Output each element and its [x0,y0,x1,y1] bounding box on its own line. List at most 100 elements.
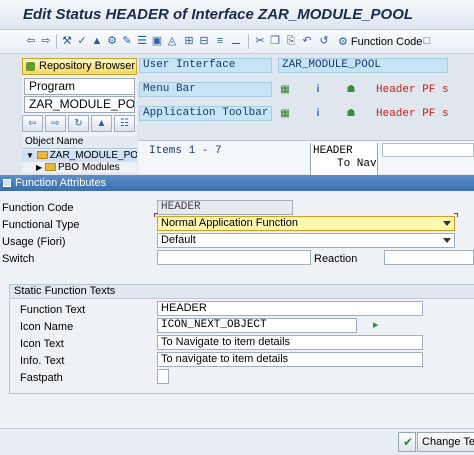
reaction-field[interactable] [384,250,474,265]
test-icon[interactable]: ⚙ [105,34,119,48]
function-code-icon: ⚙ [338,36,348,48]
item-text: To Nav [337,158,377,170]
tree-item[interactable]: ▶ PBO Modules [22,162,137,174]
info-icon[interactable]: i [312,108,324,120]
folder-icon [36,151,48,159]
items-table: Items 1 - 7 HEADER To Nav [138,140,474,175]
info-text-label: Info. Text [20,355,65,367]
object-type-field[interactable]: Program [24,78,135,95]
forward-icon[interactable]: ⇨ [39,34,53,48]
usage-fiori-value: Default [161,234,196,246]
collapse-icon[interactable]: ⊟ [197,34,211,48]
hierarchy-icon[interactable]: ☗ [345,108,357,120]
expand-section-icon[interactable]: ▦ [279,108,291,120]
usage-fiori-label: Usage (Fiori) [2,236,66,248]
display-change-icon[interactable]: ▣ [150,34,164,48]
function-code-field: HEADER [157,200,293,215]
function-text-label: Function Text [20,304,86,316]
item-code: HEADER [313,145,353,157]
dialog-title-bar: Function Attributes [0,175,474,191]
window-title: Edit Status HEADER of Interface ZAR_MODU… [23,6,414,23]
required-marker [154,213,158,217]
refresh-icon[interactable]: ↺ [317,34,331,48]
object-name-column-header: Object Name [22,136,137,149]
switch-field[interactable] [157,250,311,265]
info-icon[interactable]: i [312,84,324,96]
tree-expand-icon[interactable]: ▼ [26,151,34,160]
application-toolbar-value: Header PF s [376,108,449,120]
activate-icon[interactable]: ▲ [90,34,104,48]
edit-icon[interactable]: ☰ [135,34,149,48]
function-attributes-dialog: Function Code HEADER Functional Type Nor… [0,191,474,455]
next-object-icon[interactable]: ▸ [373,318,385,331]
where-used-icon[interactable]: ✎ [120,34,134,48]
tree-item-label: ZAR_MODULE_POOL [49,150,137,161]
next-object-icon[interactable]: ⇨ [45,115,66,132]
navigation-buttons: ⇦ ⇨ ↻ ▲ ☷ [22,115,137,133]
confirm-button[interactable]: ✔ [398,432,416,452]
items-range: Items 1 - 7 [149,145,222,157]
item-cell-empty[interactable] [382,143,474,157]
up-level-icon[interactable]: ▲ [91,115,112,132]
function-code-label: Function Code [2,202,74,214]
required-marker [454,213,458,217]
repository-browser-button[interactable]: Repository Browser [22,58,137,75]
back-icon[interactable]: ⇦ [24,34,38,48]
cut-icon[interactable]: ✂ [253,34,267,48]
other-object-icon[interactable]: ⚒ [60,34,74,48]
static-function-texts-title: Static Function Texts [10,285,474,299]
function-code-button[interactable]: ⚙ Function Code [338,33,422,50]
change-text-button[interactable]: Change Text [417,432,474,452]
object-name-field[interactable]: ZAR_MODULE_POOL [24,96,135,113]
icon-name-label: Icon Name [20,321,74,333]
function-code-label: Function Code [350,35,423,48]
application-toolbar-label: Application Toolbar [139,106,272,121]
title-bar: Edit Status HEADER of Interface ZAR_MODU… [0,0,474,30]
menu-bar-label: Menu Bar [139,82,272,97]
usage-fiori-dropdown[interactable]: Default [157,233,455,248]
delete-icon[interactable]: ⚊ [229,34,243,48]
info-text-field[interactable]: To navigate to item details [157,352,423,367]
copy-icon[interactable]: ❐ [268,34,282,48]
toolbar-separator [248,34,249,49]
hierarchy-icon[interactable]: ☷ [114,115,135,132]
icon-text-field[interactable]: To Navigate to item details [157,335,423,350]
navigate-icon[interactable]: ◬ [165,34,179,48]
fastpath-field[interactable] [157,369,169,384]
icon-name-field[interactable]: ICON_NEXT_OBJECT [157,318,357,333]
user-interface-label: User Interface [139,58,272,73]
tree-item-label: PBO Modules [57,162,120,173]
repository-icon [26,62,35,71]
chevron-down-icon[interactable] [443,221,451,226]
folder-icon [44,163,56,171]
chevron-down-icon[interactable] [443,238,451,243]
item-cell[interactable]: HEADER To Nav [310,143,378,175]
reaction-label: Reaction [314,253,358,265]
repository-browser-label: Repository Browser [39,60,135,72]
tree-expand-icon[interactable]: ▶ [36,163,42,172]
dialog-icon [3,179,11,187]
menu-bar-value: Header PF s [376,84,449,96]
fastpath-label: Fastpath [20,372,63,384]
paste-icon[interactable]: ⎘ [284,34,298,48]
insert-icon[interactable]: ≡ [213,34,227,48]
application-toolbar: ⇦ ⇨ ⚒ ✓ ▲ ⚙ ✎ ☰ ▣ ◬ ⊞ ⊟ ≡ ⚊ ✂ ❐ ⎘ ↶ ↺ ⚙ … [0,30,474,54]
display-object-icon[interactable]: ↻ [68,115,89,132]
prev-object-icon[interactable]: ⇦ [22,115,43,132]
hierarchy-icon[interactable]: ☗ [345,84,357,96]
user-interface-value: ZAR_MODULE_POOL [278,58,448,73]
functional-type-dropdown[interactable]: Normal Application Function [157,216,455,231]
undo-icon[interactable]: ↶ [300,34,314,48]
function-text-field[interactable]: HEADER [157,301,423,316]
functional-type-value: Normal Application Function [161,217,298,229]
functional-type-label: Functional Type [2,219,80,231]
toolbar-separator [56,34,57,49]
tree-item[interactable]: ▼ ZAR_MODULE_POOL [22,150,137,162]
navigation-panel: Repository Browser Program ZAR_MODULE_PO… [22,58,137,173]
expand-section-icon[interactable]: ▦ [279,84,291,96]
dialog-footer: ✔ Change Text [0,428,474,455]
check-icon[interactable]: ✓ [75,34,89,48]
document-icon[interactable]: □ [420,34,434,48]
expand-icon[interactable]: ⊞ [182,34,196,48]
check-icon: ✔ [403,435,414,449]
